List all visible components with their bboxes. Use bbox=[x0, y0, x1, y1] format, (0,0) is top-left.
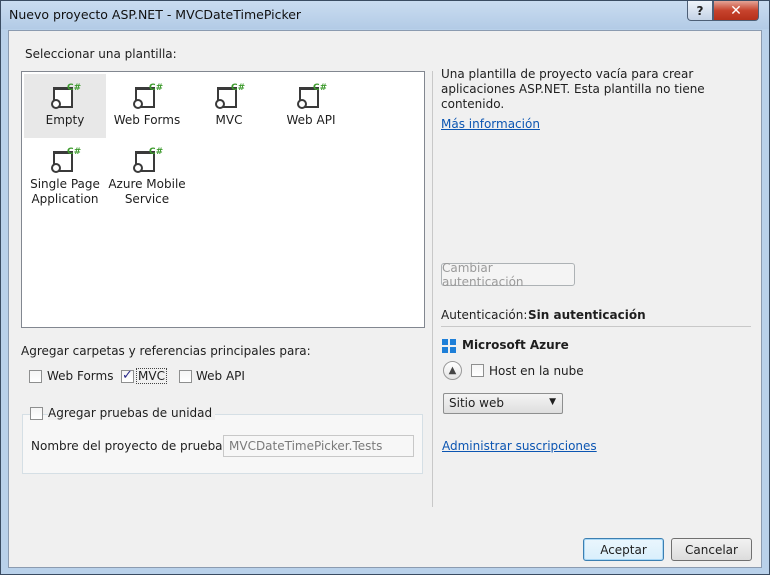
template-description: Una plantilla de proyecto vacía para cre… bbox=[441, 67, 705, 111]
test-project-name-label: Nombre del proyecto de prueba: bbox=[31, 439, 227, 453]
ok-button[interactable]: Aceptar bbox=[583, 538, 664, 561]
host-in-cloud-checkbox[interactable] bbox=[471, 364, 484, 377]
unit-tests-checkbox[interactable] bbox=[30, 407, 43, 420]
mvc-checkbox[interactable] bbox=[121, 368, 134, 383]
template-web-forms[interactable]: C# Web Forms bbox=[106, 74, 188, 138]
dialog-client-area: Seleccionar una plantilla: C# Empty C# W… bbox=[8, 30, 762, 568]
manage-subscriptions-link[interactable]: Administrar suscripciones bbox=[442, 439, 597, 453]
template-label: MVC bbox=[215, 113, 243, 127]
test-project-name-input[interactable]: MVCDateTimePicker.Tests bbox=[223, 435, 414, 457]
template-label-line-2: Application bbox=[31, 192, 99, 206]
site-type-value: Sitio web bbox=[449, 396, 504, 410]
help-button[interactable]: ? bbox=[687, 1, 713, 21]
host-in-cloud-label: Host en la nube bbox=[489, 364, 584, 378]
authentication-divider bbox=[441, 326, 751, 327]
csharp-web-project-icon: C# bbox=[133, 146, 163, 174]
windows-azure-logo-icon bbox=[442, 339, 456, 353]
window-title: Nuevo proyecto ASP.NET - MVCDateTimePick… bbox=[9, 7, 302, 22]
vertical-divider bbox=[432, 71, 433, 507]
site-type-select[interactable]: Sitio web ▼ bbox=[443, 393, 563, 414]
azure-title: Microsoft Azure bbox=[462, 338, 569, 352]
dialog-window: Nuevo proyecto ASP.NET - MVCDateTimePick… bbox=[0, 0, 770, 575]
unit-tests-label: Agregar pruebas de unidad bbox=[48, 406, 216, 420]
template-single-page-application[interactable]: C# Single Page Application bbox=[24, 138, 106, 214]
csharp-web-project-icon: C# bbox=[297, 82, 327, 110]
web-forms-checkbox-label: Web Forms bbox=[47, 369, 114, 383]
template-label-line-1: Azure Mobile bbox=[108, 177, 186, 191]
csharp-web-project-icon: C# bbox=[215, 82, 245, 110]
csharp-web-project-icon: C# bbox=[133, 82, 163, 110]
template-label: Web Forms bbox=[113, 113, 181, 127]
template-mvc[interactable]: C# MVC bbox=[188, 74, 270, 138]
mvc-checkbox-label: MVC bbox=[136, 368, 167, 384]
folders-heading: Agregar carpetas y referencias principal… bbox=[21, 344, 311, 358]
web-api-checkbox[interactable] bbox=[179, 370, 192, 383]
cancel-button[interactable]: Cancelar bbox=[671, 538, 752, 561]
csharp-web-project-icon: C# bbox=[51, 146, 81, 174]
template-list: C# Empty C# Web Forms C# MVC C# Web API … bbox=[21, 71, 425, 328]
template-label-line-2: Service bbox=[124, 192, 170, 206]
close-button[interactable]: ✕ bbox=[713, 1, 759, 21]
csharp-web-project-icon: C# bbox=[51, 82, 81, 110]
template-empty[interactable]: C# Empty bbox=[24, 74, 106, 138]
template-label: Empty bbox=[45, 113, 85, 127]
title-bar[interactable]: Nuevo proyecto ASP.NET - MVCDateTimePick… bbox=[1, 1, 769, 29]
select-template-heading: Seleccionar una plantilla: bbox=[25, 47, 177, 61]
authentication-label: Autenticación: bbox=[441, 308, 528, 322]
template-azure-mobile-service[interactable]: C# Azure Mobile Service bbox=[106, 138, 188, 214]
template-label-line-1: Single Page bbox=[30, 177, 100, 191]
azure-collapse-button[interactable]: ▲ bbox=[443, 361, 462, 380]
chevron-down-icon: ▼ bbox=[549, 397, 556, 407]
web-forms-checkbox[interactable] bbox=[29, 370, 42, 383]
more-info-link[interactable]: Más información bbox=[441, 117, 540, 131]
template-web-api[interactable]: C# Web API bbox=[270, 74, 352, 138]
web-api-checkbox-label: Web API bbox=[196, 369, 245, 383]
change-authentication-button[interactable]: Cambiar autenticación bbox=[441, 261, 575, 289]
authentication-value: Sin autenticación bbox=[528, 308, 646, 322]
template-label: Web API bbox=[286, 113, 336, 127]
